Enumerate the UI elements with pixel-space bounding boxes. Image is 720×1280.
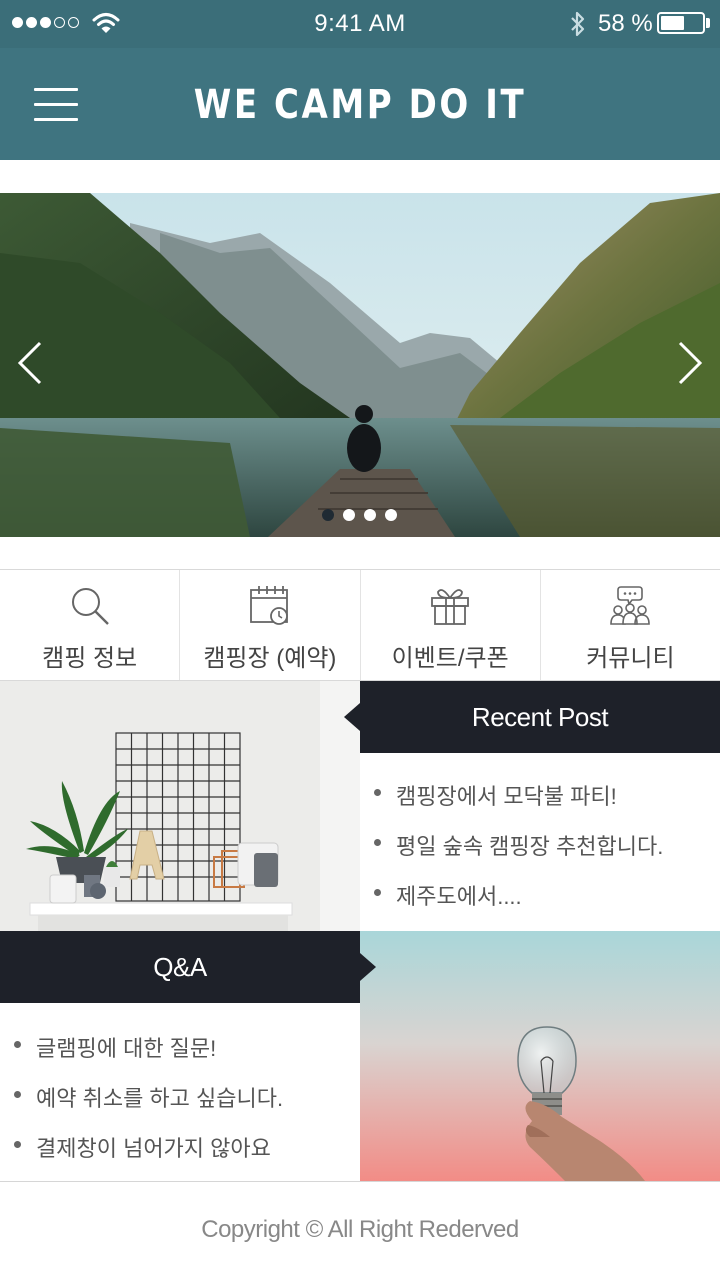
recent-post-image[interactable] xyxy=(0,681,360,931)
qa-title: Q&A xyxy=(0,931,360,1003)
copyright-text: Copyright © All Right Rederved xyxy=(201,1216,519,1243)
lightbulb-photo xyxy=(360,931,720,1181)
qa-list: 글램핑에 대한 질문! 예약 취소를 하고 싶습니다. 결제창이 넘어가지 않아… xyxy=(14,1031,283,1181)
slider-dot[interactable] xyxy=(322,509,334,521)
category-label: 캠핑장 (예약) xyxy=(203,645,337,672)
list-item[interactable]: 글램핑에 대한 질문! xyxy=(14,1031,283,1063)
slider-dot[interactable] xyxy=(343,509,355,521)
qa-panel: Q&A 글램핑에 대한 질문! 예약 취소를 하고 싶습니다. 결제창이 넘어가… xyxy=(0,931,376,1181)
qa-image[interactable] xyxy=(360,931,720,1181)
slider-dot[interactable] xyxy=(385,509,397,521)
battery-percent: 58 % xyxy=(598,10,653,37)
footer: Copyright © All Right Rederved xyxy=(0,1181,720,1280)
gift-icon xyxy=(431,589,470,625)
chevron-left-icon[interactable] xyxy=(2,323,52,403)
slider-dot[interactable] xyxy=(364,509,376,521)
shelf-photo xyxy=(0,681,360,931)
list-item[interactable]: 예약 취소를 하고 싶습니다. xyxy=(14,1081,283,1113)
list-item[interactable]: 캠핑장에서 모닥불 파티! xyxy=(374,779,663,811)
recent-post-notch xyxy=(344,703,360,731)
qa-notch xyxy=(360,953,376,981)
brand-title: WE CAMP DO IT xyxy=(193,82,527,128)
category-community[interactable]: 커뮤니티 xyxy=(541,570,720,680)
recent-post-title: Recent Post xyxy=(360,681,720,753)
category-label: 캠핑 정보 xyxy=(42,645,138,672)
category-events-coupons[interactable]: 이벤트/쿠폰 xyxy=(361,570,541,680)
recent-post-list: 캠핑장에서 모닥불 파티! 평일 숲속 캠핑장 추천합니다. 제주도에서.... xyxy=(374,779,663,929)
category-camping-info[interactable]: 캠핑 정보 xyxy=(0,570,181,680)
slider-dots xyxy=(322,509,397,521)
status-bar: 9:41 AM 58 % xyxy=(0,0,720,48)
recent-post-panel: Recent Post 캠핑장에서 모닥불 파티! 평일 숲속 캠핑장 추천합니… xyxy=(344,681,720,931)
category-campsite-reservation[interactable]: 캠핑장 (예약) xyxy=(180,570,361,680)
category-label: 이벤트/쿠폰 xyxy=(391,645,509,672)
bluetooth-icon xyxy=(571,11,585,37)
community-icon xyxy=(610,586,651,625)
list-item[interactable]: 결제창이 넘어가지 않아요 xyxy=(14,1131,283,1163)
list-item[interactable]: 평일 숲속 캠핑장 추천합니다. xyxy=(374,829,663,861)
chevron-right-icon[interactable] xyxy=(668,323,718,403)
list-item[interactable]: 제주도에서.... xyxy=(374,879,663,911)
hero-slider[interactable] xyxy=(0,193,720,537)
search-icon xyxy=(71,588,109,625)
battery-tip xyxy=(706,18,710,28)
calendar-clock-icon xyxy=(249,586,288,625)
app-header: WE CAMP DO IT xyxy=(0,48,720,160)
category-menu: 캠핑 정보 캠핑장 (예약) 이벤트/쿠폰 커뮤니티 xyxy=(0,569,720,681)
battery-icon xyxy=(657,12,705,34)
category-label: 커뮤니티 xyxy=(586,645,675,672)
hero-image xyxy=(0,193,720,537)
